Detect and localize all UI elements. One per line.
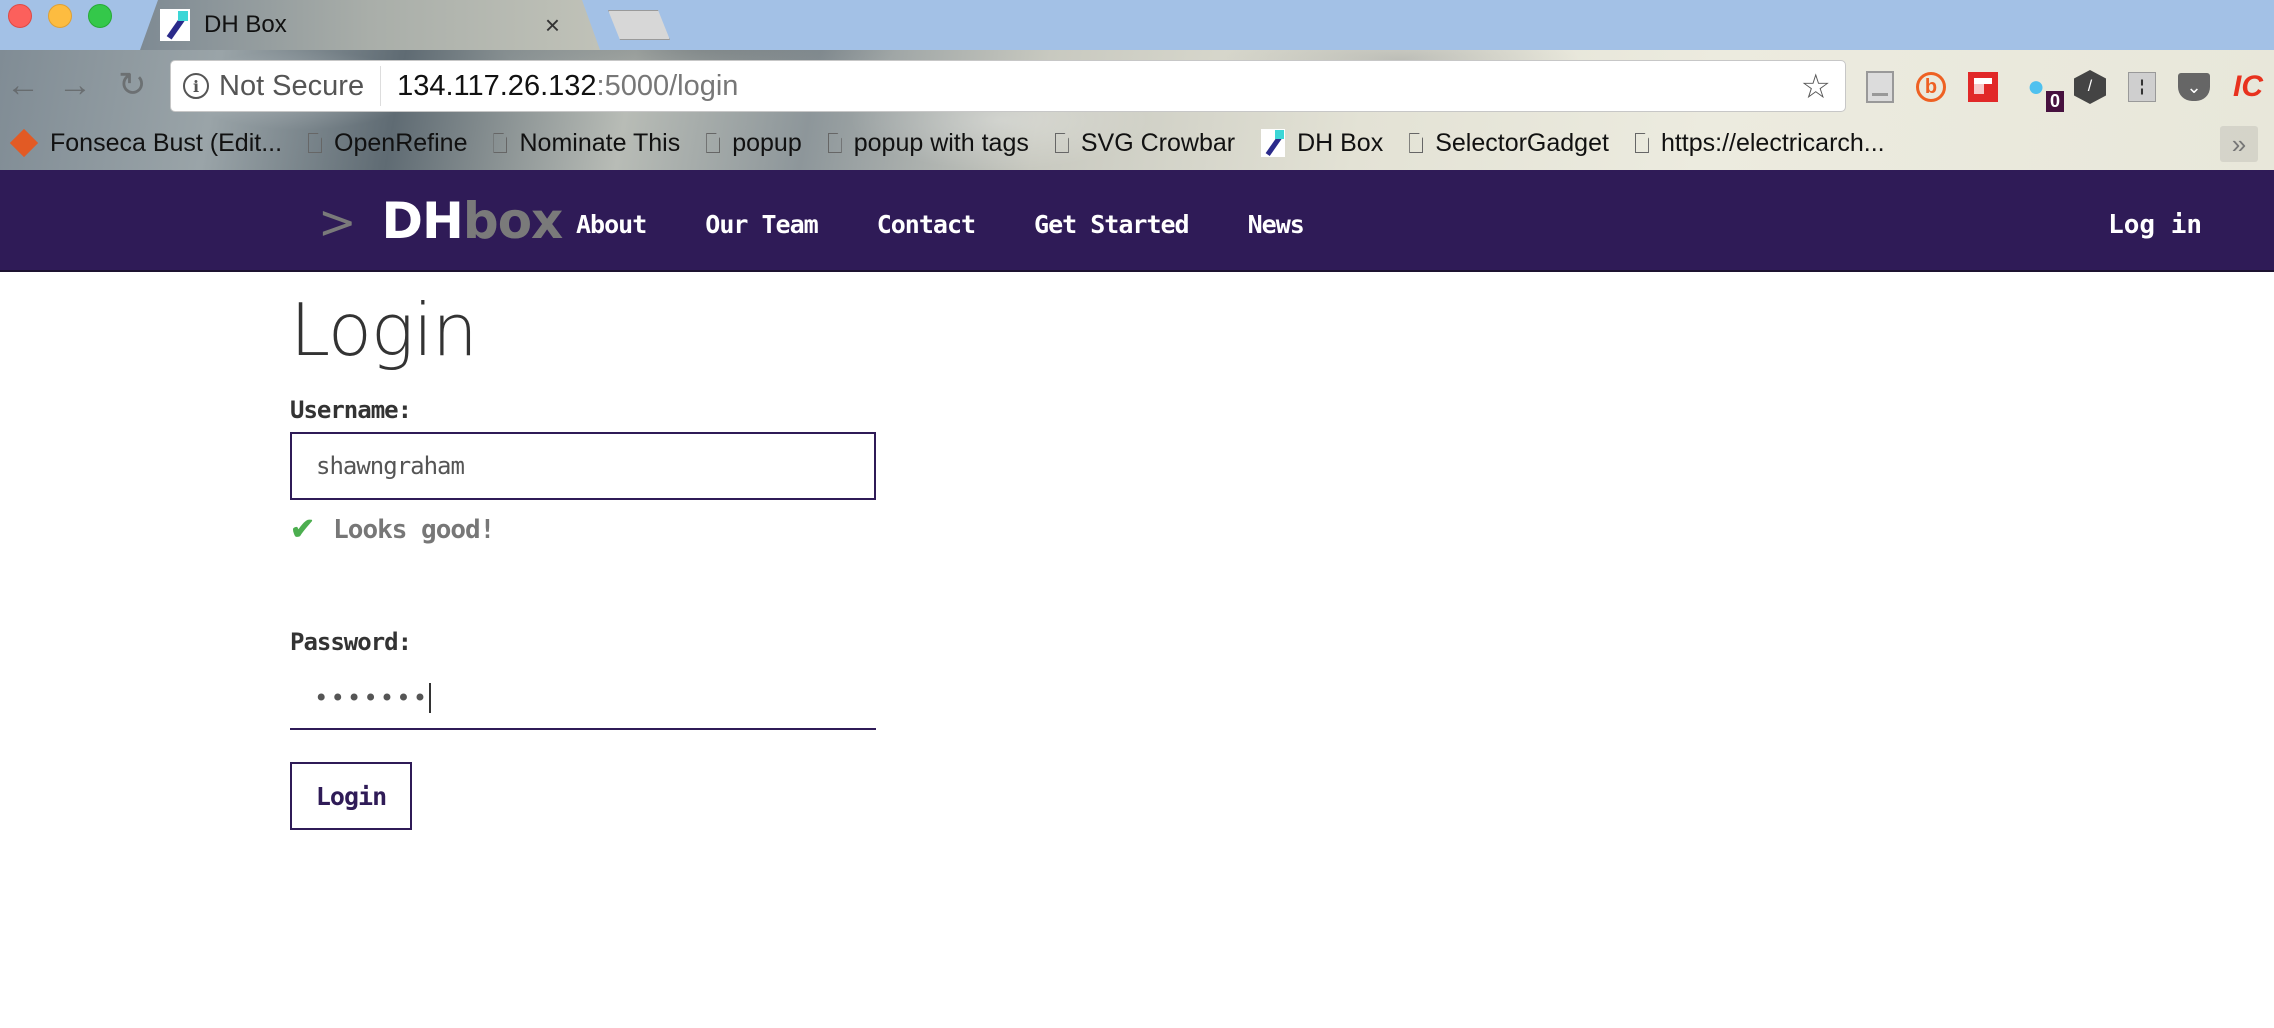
bookmark-label: SelectorGadget	[1435, 128, 1609, 157]
password-label: Password:	[290, 628, 412, 656]
logo-caret: >	[318, 195, 357, 249]
url-host: 134.117.26.132	[397, 69, 597, 102]
tab-close-icon[interactable]: ×	[545, 10, 560, 41]
bookmark-item[interactable]: SVG Crowbar	[1054, 128, 1236, 158]
flipboard-extension-icon[interactable]	[1968, 72, 1998, 102]
nav-get-started[interactable]: Get Started	[1034, 210, 1190, 239]
forward-arrow-icon[interactable]: →	[58, 68, 92, 102]
username-label: Username:	[290, 396, 412, 424]
url-path: :5000/login	[596, 69, 739, 102]
bookmark-item[interactable]: popup with tags	[827, 128, 1029, 158]
bookmark-label: Nominate This	[519, 128, 681, 157]
dhbox-favicon-icon	[160, 9, 190, 41]
info-icon[interactable]: i	[183, 73, 209, 99]
main-nav: About Our Team Contact Get Started News	[576, 210, 1363, 239]
checkmark-icon: ✔	[290, 513, 316, 546]
bookmark-item[interactable]: OpenRefine	[308, 129, 467, 158]
nav-contact[interactable]: Contact	[877, 210, 976, 239]
hexagon-quill-extension-icon[interactable]: /	[2074, 70, 2106, 104]
page-icon	[1634, 133, 1649, 153]
validation-message: Looks good!	[333, 514, 495, 545]
diamond-icon	[9, 128, 39, 158]
bookmark-item[interactable]: Fonseca Bust (Edit...	[9, 128, 283, 158]
bookmark-item[interactable]: popup	[706, 129, 802, 158]
dhbox-favicon-icon	[1261, 129, 1286, 157]
page-icon	[827, 133, 842, 153]
logo-dh: DH	[381, 192, 464, 250]
password-field[interactable]: •••••••	[290, 668, 876, 730]
tab-title: DH Box	[204, 11, 287, 38]
page-icon	[493, 133, 508, 153]
security-indicator[interactable]: Not Secure	[219, 66, 382, 106]
login-form: Login Username: shawngraham ✔ Looks good…	[290, 272, 990, 830]
page-icon	[1054, 133, 1069, 153]
nav-our-team[interactable]: Our Team	[705, 210, 818, 239]
document-extension-icon[interactable]	[1866, 71, 1894, 103]
window-minimize-button[interactable]	[48, 4, 72, 28]
ghostery-extension-icon[interactable]: ● 0	[2020, 70, 2064, 112]
extension-icons: b ● 0 / ¦ ⌄ IC	[1866, 64, 2264, 112]
logo-box: box	[462, 192, 563, 250]
ghostery-badge: 0	[2045, 91, 2064, 112]
bookmarks-overflow-button[interactable]: »	[2220, 126, 2258, 162]
text-cursor	[429, 683, 432, 713]
address-bar[interactable]: i Not Secure 134.117.26.132:5000/login ☆	[170, 60, 1846, 112]
browser-tab-active[interactable]: DH Box ×	[140, 0, 600, 50]
bookmark-label: DH Box	[1297, 128, 1384, 157]
browser-chrome: DH Box × ← → ↻ i Not Secure 134.117.26.1…	[0, 0, 2274, 170]
outlet-extension-icon[interactable]: ¦	[2128, 72, 2156, 102]
page-title: Login	[290, 288, 478, 372]
partial-extension-icon[interactable]: IC	[2232, 70, 2264, 104]
login-submit-button[interactable]: Login	[290, 762, 412, 830]
bookmarks-bar: Fonseca Bust (Edit... OpenRefine Nominat…	[0, 118, 2274, 168]
page-icon	[1409, 133, 1424, 153]
page-icon	[308, 133, 323, 153]
page-icon	[706, 133, 721, 153]
bookmark-label: https://electricarch...	[1660, 128, 1885, 157]
nav-log-in[interactable]: Log in	[2108, 210, 2202, 240]
bookmark-item[interactable]: Nominate This	[493, 129, 680, 158]
bookmark-label: popup	[732, 128, 802, 157]
bookmark-label: OpenRefine	[334, 128, 468, 157]
username-field[interactable]: shawngraham	[290, 432, 876, 500]
nav-news[interactable]: News	[1248, 210, 1305, 239]
bookmark-label: SVG Crowbar	[1080, 128, 1236, 157]
bookmark-star-icon[interactable]: ☆	[1801, 67, 1831, 107]
pocket-extension-icon[interactable]: ⌄	[2178, 73, 2210, 101]
reload-icon[interactable]: ↻	[118, 68, 147, 102]
username-validation: ✔ Looks good!	[290, 512, 495, 547]
window-zoom-button[interactable]	[88, 4, 112, 28]
bookmark-label: popup with tags	[853, 128, 1029, 157]
window-close-button[interactable]	[8, 4, 32, 28]
ghost-icon: ●	[2026, 70, 2046, 103]
back-arrow-icon[interactable]: ←	[6, 68, 40, 102]
site-navbar: > DH box About Our Team Contact Get Star…	[0, 170, 2274, 272]
bookmark-label: Fonseca Bust (Edit...	[50, 128, 283, 157]
bookmark-item[interactable]: https://electricarch...	[1634, 128, 1885, 158]
username-value: shawngraham	[316, 452, 465, 480]
bookmark-item[interactable]: SelectorGadget	[1409, 129, 1609, 158]
password-masked-value: •••••••	[314, 684, 430, 712]
bitly-extension-icon[interactable]: b	[1916, 72, 1946, 102]
url-text[interactable]: 134.117.26.132:5000/login	[381, 70, 738, 103]
site-logo[interactable]: > DH box	[318, 192, 563, 250]
bookmark-item[interactable]: DH Box	[1261, 129, 1383, 158]
nav-about[interactable]: About	[576, 210, 647, 239]
